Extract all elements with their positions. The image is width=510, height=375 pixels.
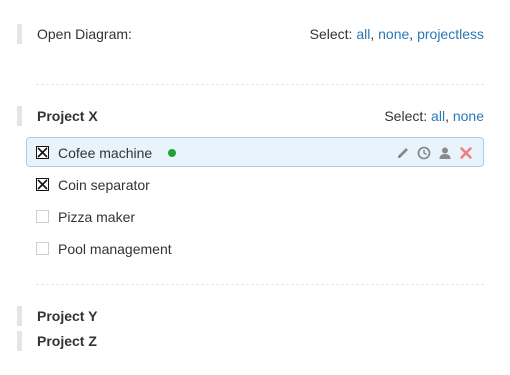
select-none-link[interactable]: none bbox=[378, 26, 409, 42]
diagram-item-pool-management[interactable]: Pool management bbox=[26, 233, 484, 263]
checkbox-checked[interactable] bbox=[36, 178, 49, 191]
project-z-header[interactable]: Project Z bbox=[17, 331, 484, 351]
checkbox-checked[interactable] bbox=[36, 146, 49, 159]
divider bbox=[36, 284, 484, 285]
project-x-select-links: Select: all, none bbox=[384, 108, 484, 124]
close-icon[interactable] bbox=[458, 145, 474, 161]
project-x-select-all-link[interactable]: all bbox=[431, 108, 445, 124]
project-y-header[interactable]: Project Y bbox=[17, 306, 484, 326]
user-icon[interactable] bbox=[437, 145, 453, 161]
global-select-links: Select: all, none, projectless bbox=[309, 26, 484, 42]
diagram-item-label: Cofee machine bbox=[58, 145, 153, 161]
select-projectless-link[interactable]: projectless bbox=[417, 26, 484, 42]
open-diagram-title: Open Diagram: bbox=[37, 26, 132, 42]
clock-icon[interactable] bbox=[416, 145, 432, 161]
diagram-item-coin-separator[interactable]: Coin separator bbox=[26, 169, 484, 199]
online-status-dot bbox=[168, 149, 176, 157]
diagram-item-label: Pool management bbox=[58, 241, 172, 257]
diagram-item-label: Pizza maker bbox=[58, 209, 136, 225]
diagram-item-cofee-machine[interactable]: Cofee machine bbox=[26, 137, 484, 167]
project-z-title: Project Z bbox=[37, 333, 97, 349]
project-x-header: Project X Select: all, none bbox=[17, 106, 484, 126]
checkbox-unchecked[interactable] bbox=[36, 242, 49, 255]
checkbox-unchecked[interactable] bbox=[36, 210, 49, 223]
project-y-title: Project Y bbox=[37, 308, 98, 324]
select-label: Select: bbox=[309, 26, 353, 42]
pencil-icon[interactable] bbox=[395, 145, 411, 161]
item-tools bbox=[395, 145, 477, 161]
select-label: Select: bbox=[384, 108, 428, 124]
diagram-item-label: Coin separator bbox=[58, 177, 150, 193]
project-x-title: Project X bbox=[37, 108, 98, 124]
select-all-link[interactable]: all bbox=[356, 26, 370, 42]
open-diagram-header: Open Diagram: Select: all, none, project… bbox=[17, 24, 484, 44]
project-x-select-none-link[interactable]: none bbox=[453, 108, 484, 124]
divider bbox=[36, 84, 484, 85]
diagram-item-pizza-maker[interactable]: Pizza maker bbox=[26, 201, 484, 231]
